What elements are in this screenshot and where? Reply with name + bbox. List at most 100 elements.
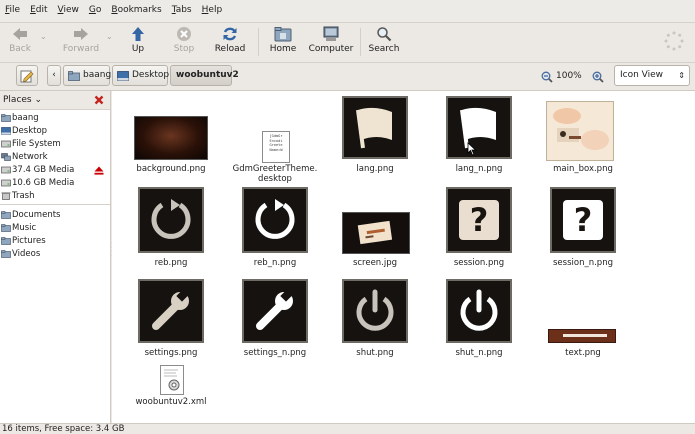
- places-divider: [0, 204, 110, 205]
- chevron-left-icon: ‹: [52, 70, 56, 80]
- breadcrumb-woobuntuv2[interactable]: woobuntuv2: [170, 65, 239, 86]
- menubar: File Edit View Go Bookmarks Tabs Help: [0, 0, 695, 23]
- reload-icon: [223, 27, 237, 41]
- reboot-tile: [242, 187, 308, 253]
- sidebar-item-trash[interactable]: Trash: [1, 190, 34, 203]
- mouse-pointer-icon: [467, 142, 477, 156]
- flag-tile: [446, 96, 512, 159]
- power-tile: [342, 279, 408, 343]
- reboot-icon: [151, 199, 191, 239]
- sidebar-item-10gb-media[interactable]: 10.6 GB Media: [1, 177, 74, 190]
- main-box-artwork: [553, 108, 609, 150]
- sidebar-item-network[interactable]: Network: [1, 151, 48, 164]
- up-button[interactable]: Up: [118, 26, 158, 54]
- search-icon: [377, 27, 392, 42]
- question-icon: ?: [459, 200, 499, 240]
- sidebar-item-37gb-media[interactable]: 37.4 GB Media: [1, 164, 74, 177]
- home-folder-icon: [1, 114, 11, 122]
- sidebar-item-pictures[interactable]: Pictures: [1, 235, 46, 248]
- wrench-icon: [256, 289, 293, 330]
- file-icon-view: background.png [GdmGr Encodi Greete Name…: [112, 91, 695, 424]
- menu-tabs[interactable]: Tabs: [167, 0, 197, 15]
- places-sidebar: Places ⌄ baang Desktop File System Netwo…: [0, 91, 111, 424]
- reboot-icon: [255, 199, 295, 239]
- text-bar-thumbnail: [548, 329, 616, 343]
- computer-icon: [323, 26, 339, 41]
- home-folder-icon: [68, 71, 80, 81]
- status-bar: 16 items, Free space: 3.4 GB: [0, 423, 695, 434]
- sidebar-item-music[interactable]: Music: [1, 222, 36, 235]
- desktop-icon: [117, 71, 129, 81]
- menu-file[interactable]: File: [0, 0, 25, 15]
- stop-button[interactable]: Stop: [164, 26, 204, 54]
- box-thumbnail: [546, 101, 614, 161]
- view-mode-select[interactable]: Icon View ⇕: [614, 65, 690, 86]
- breadcrumb-desktop[interactable]: Desktop: [112, 65, 169, 86]
- path-scroll-left-button[interactable]: ‹: [47, 65, 61, 86]
- search-button[interactable]: Search: [362, 26, 406, 54]
- xml-document-icon: [160, 365, 184, 395]
- network-icon: [1, 153, 11, 161]
- wrench-tile: [242, 279, 308, 343]
- chevron-down-icon: ⌄: [31, 95, 43, 105]
- home-button[interactable]: Home: [263, 26, 303, 54]
- home-folder-icon: [274, 27, 292, 42]
- folder-icon: [1, 237, 11, 245]
- edit-pencil-icon: [20, 70, 34, 83]
- menu-help[interactable]: Help: [197, 0, 228, 15]
- forward-button[interactable]: Forward: [58, 26, 104, 54]
- select-arrows-icon: ⇕: [678, 71, 685, 80]
- location-bar: ‹ baang Desktop woobuntuv2 100%: [0, 63, 695, 91]
- flag-icon: [356, 107, 392, 148]
- screen-thumbnail: [342, 212, 410, 254]
- toolbar-separator: [258, 28, 259, 56]
- reload-button[interactable]: Reload: [210, 26, 250, 54]
- up-arrow-icon: [132, 27, 144, 41]
- question-tile: ?: [446, 187, 512, 253]
- folder-icon: [1, 211, 11, 219]
- flag-tile: [342, 96, 408, 159]
- dark-gradient-thumbnail: [134, 116, 208, 160]
- sidebar-item-baang[interactable]: baang: [1, 112, 39, 125]
- back-arrow-icon: [13, 28, 27, 40]
- breadcrumb-baang[interactable]: baang: [63, 65, 111, 86]
- power-icon: [460, 289, 498, 331]
- toggle-location-entry-button[interactable]: [16, 65, 38, 86]
- folder-icon: [1, 250, 11, 258]
- folder-icon: [1, 224, 11, 232]
- zoom-out-icon[interactable]: [541, 71, 553, 83]
- eject-icon[interactable]: [94, 166, 104, 175]
- menu-edit[interactable]: Edit: [25, 0, 52, 15]
- forward-arrow-icon: [74, 28, 88, 40]
- desktop-icon: [1, 127, 11, 135]
- wrench-icon: [152, 289, 189, 330]
- sidebar-item-videos[interactable]: Videos: [1, 248, 40, 261]
- sidebar-item-documents[interactable]: Documents: [1, 209, 60, 222]
- hard-drive-icon: [1, 166, 11, 174]
- forward-history-chevron-icon[interactable]: ⌄: [106, 32, 113, 41]
- menu-go[interactable]: Go: [84, 0, 107, 15]
- hard-drive-icon: [1, 140, 11, 148]
- zoom-in-icon[interactable]: [592, 71, 604, 83]
- back-history-chevron-icon[interactable]: ⌄: [40, 32, 47, 41]
- back-button[interactable]: Back: [2, 26, 38, 54]
- places-header: Places ⌄: [0, 91, 110, 110]
- places-dropdown[interactable]: Places ⌄: [3, 95, 42, 105]
- sidebar-item-file-system[interactable]: File System: [1, 138, 61, 151]
- wrench-tile: [138, 279, 204, 343]
- stop-icon: [177, 27, 191, 41]
- toolbar: Back ⌄ Forward ⌄ Up Stop Reload Home Com…: [0, 22, 695, 63]
- menu-bookmarks[interactable]: Bookmarks: [106, 0, 166, 15]
- zoom-level[interactable]: 100%: [556, 71, 582, 81]
- reboot-tile: [138, 187, 204, 253]
- flag-icon: [460, 107, 496, 148]
- text-document-icon: [GdmGr Encodi Greete Name=W: [262, 131, 290, 163]
- screen-artwork: [357, 220, 393, 245]
- computer-button[interactable]: Computer: [306, 26, 356, 54]
- close-sidebar-icon[interactable]: [94, 95, 104, 105]
- menu-view[interactable]: View: [53, 0, 84, 15]
- question-tile: ?: [550, 187, 616, 253]
- power-tile: [446, 279, 512, 343]
- question-icon: ?: [563, 200, 603, 240]
- sidebar-item-desktop[interactable]: Desktop: [1, 125, 47, 138]
